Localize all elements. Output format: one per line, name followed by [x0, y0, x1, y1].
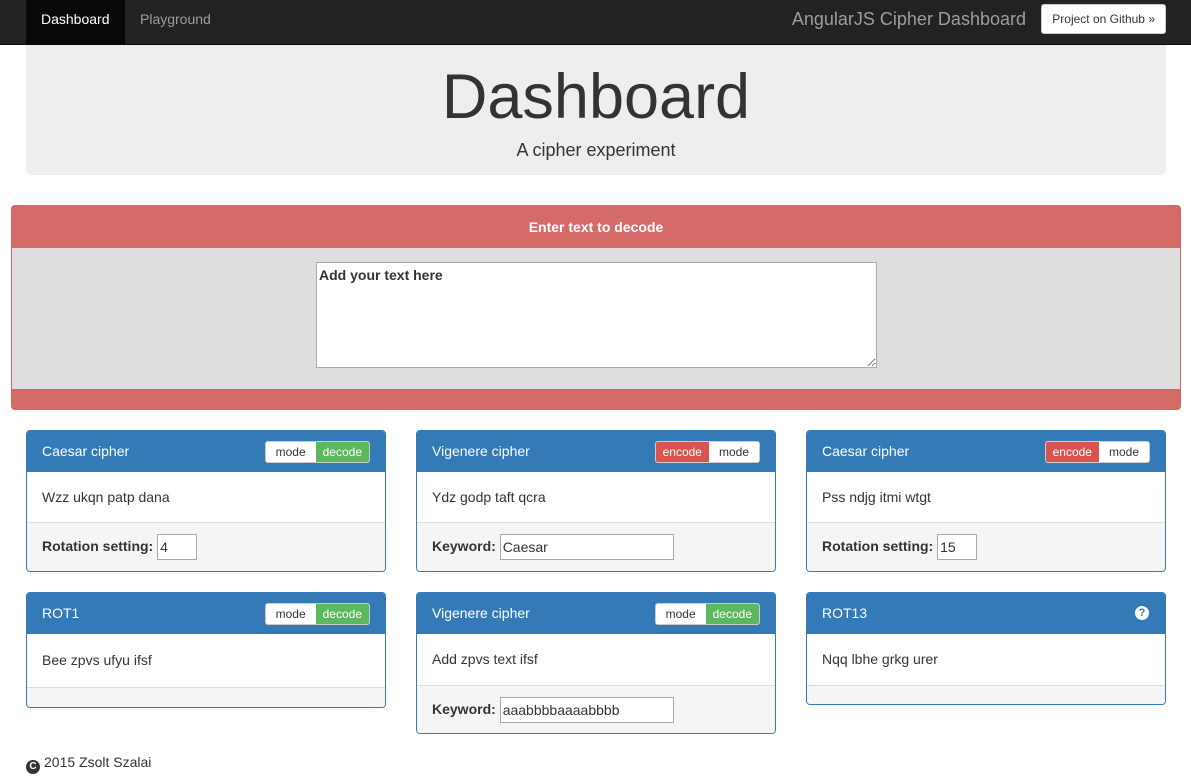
- panel-title: ROT1: [42, 605, 80, 621]
- panel-rot13: ROT13 ? Nqq lbhe grkg urer: [806, 592, 1166, 705]
- panel-output: Bee zpvs ufyu ifsf: [42, 652, 152, 668]
- panel-vigenere-encode: Vigenere cipher encode mode Ydz godp taf…: [416, 430, 776, 572]
- copyright-icon: C: [26, 760, 40, 774]
- tab-dashboard[interactable]: Dashboard: [26, 0, 125, 44]
- panel-output: Wzz ukqn patp dana: [42, 489, 170, 505]
- tab-playground[interactable]: Playground: [125, 0, 226, 44]
- decode-toggle[interactable]: decode: [705, 604, 759, 624]
- mode-toggle[interactable]: encode mode: [654, 441, 760, 463]
- panel-title: Vigenere cipher: [432, 443, 530, 459]
- mode-label[interactable]: mode: [265, 604, 316, 624]
- jumbotron: Dashboard A cipher experiment: [26, 45, 1166, 175]
- panel-footer: [27, 687, 385, 707]
- input-panel: Enter text to decode: [11, 205, 1181, 410]
- panel-output: Add zpvs text ifsf: [432, 651, 538, 667]
- keyword-label: Keyword:: [432, 538, 496, 554]
- panel-vigenere-decode: Vigenere cipher mode decode Add zpvs tex…: [416, 592, 776, 734]
- rotation-input[interactable]: [937, 534, 978, 561]
- keyword-label: Keyword:: [432, 701, 496, 717]
- rotation-label: Rotation setting:: [42, 538, 154, 554]
- encode-toggle[interactable]: encode: [655, 442, 709, 462]
- mode-label[interactable]: mode: [265, 442, 316, 462]
- panel-title: Caesar cipher: [822, 443, 910, 459]
- mode-label[interactable]: mode: [655, 604, 706, 624]
- panel-output: Pss ndjg itmi wtgt: [822, 489, 931, 505]
- footer: C 2015 Zsolt Szalai: [26, 754, 151, 774]
- panel-caesar-decode: Caesar cipher mode decode Wzz ukqn patp …: [26, 430, 386, 572]
- panel-footer: Rotation setting:: [807, 522, 1165, 571]
- panel-caesar-encode: Caesar cipher encode mode Pss ndjg itmi …: [806, 430, 1166, 572]
- mode-toggle[interactable]: mode decode: [654, 603, 760, 625]
- panel-footer: Rotation setting:: [27, 522, 385, 571]
- mode-toggle[interactable]: mode decode: [264, 441, 370, 463]
- decode-toggle[interactable]: decode: [315, 604, 369, 624]
- panel-title: Caesar cipher: [42, 443, 130, 459]
- cipher-text-input[interactable]: [316, 262, 877, 368]
- mode-toggle[interactable]: encode mode: [1044, 441, 1150, 463]
- panel-title: ROT13: [822, 605, 868, 621]
- navbar: Dashboard Playground AngularJS Cipher Da…: [0, 0, 1191, 45]
- footer-text: 2015 Zsolt Szalai: [44, 754, 152, 770]
- keyword-input[interactable]: [499, 534, 674, 561]
- panel-footer: Keyword:: [417, 522, 775, 571]
- rotation-input[interactable]: [157, 534, 198, 561]
- github-button[interactable]: Project on Github »: [1041, 4, 1166, 34]
- mode-toggle[interactable]: mode decode: [264, 603, 370, 625]
- page-subtitle: A cipher experiment: [516, 140, 676, 160]
- input-panel-body: [12, 248, 1180, 389]
- page-title: Dashboard: [441, 62, 751, 132]
- mode-label[interactable]: mode: [708, 442, 759, 462]
- rotation-label: Rotation setting:: [822, 538, 934, 554]
- input-panel-heading: Enter text to decode: [12, 206, 1180, 248]
- question-circle-icon[interactable]: ?: [1135, 606, 1149, 620]
- panel-footer: [807, 685, 1165, 704]
- panel-rot1: ROT1 mode decode Bee zpvs ufyu ifsf: [26, 592, 386, 708]
- panel-footer: Keyword:: [417, 685, 775, 733]
- keyword-input[interactable]: [499, 697, 674, 724]
- panel-title: Vigenere cipher: [432, 605, 530, 621]
- panel-output: Nqq lbhe grkg urer: [822, 651, 938, 667]
- panel-output: Ydz godp taft qcra: [432, 489, 546, 505]
- encode-toggle[interactable]: encode: [1045, 442, 1099, 462]
- navbar-brand[interactable]: AngularJS Cipher Dashboard: [792, 0, 1026, 44]
- decode-toggle[interactable]: decode: [315, 442, 369, 462]
- mode-label[interactable]: mode: [1098, 442, 1149, 462]
